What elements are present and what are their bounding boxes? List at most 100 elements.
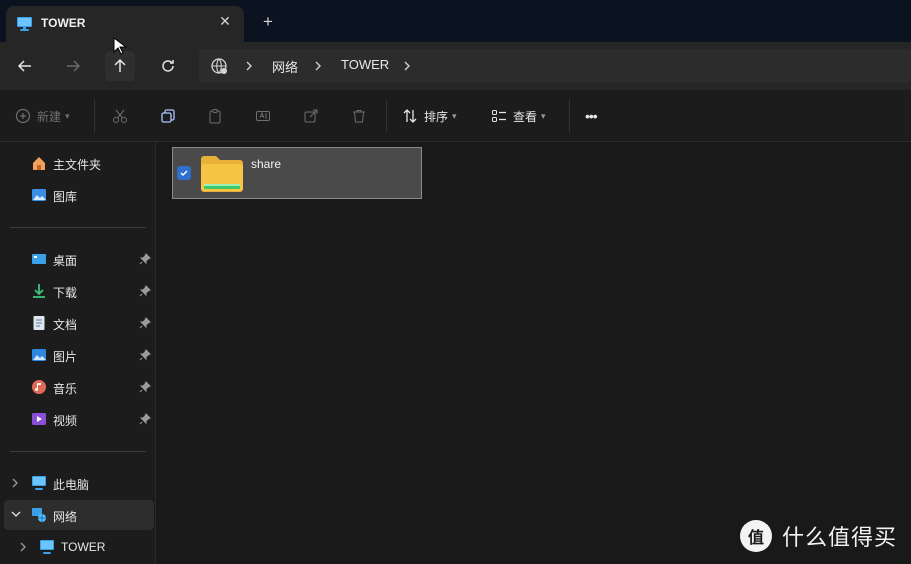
- trash-icon: [353, 110, 365, 123]
- pin-icon[interactable]: [139, 381, 151, 393]
- arrow-up-icon: [114, 58, 126, 72]
- sidebar-item-label: 音乐: [53, 382, 78, 396]
- sidebar-item-network[interactable]: 网络: [4, 500, 154, 530]
- chevron-down-icon: ▾: [452, 110, 457, 121]
- chevron-down-icon[interactable]: [10, 509, 22, 519]
- sidebar-item-tower[interactable]: TOWER: [0, 532, 154, 562]
- new-tab-button[interactable]: +: [258, 12, 278, 32]
- up-button[interactable]: [105, 51, 135, 81]
- divider: [386, 100, 387, 132]
- pc-icon: [40, 540, 54, 554]
- sidebar-item-documents[interactable]: 文档: [0, 308, 154, 338]
- sidebar-item-home[interactable]: 主文件夹: [0, 148, 154, 178]
- address-bar[interactable]: 网络 TOWER: [199, 49, 911, 83]
- rename-icon: [256, 111, 270, 121]
- plus-circle-icon: [15, 108, 31, 124]
- folder-item[interactable]: share: [172, 147, 422, 199]
- file-list: share: [157, 142, 911, 564]
- close-tab-button[interactable]: ✕: [216, 12, 234, 30]
- chevron-down-icon: ▾: [541, 110, 546, 121]
- sidebar-item-label: 文档: [53, 318, 78, 332]
- new-button[interactable]: 新建 ▾: [15, 105, 70, 127]
- watermark-text: 什么值得买: [782, 526, 898, 551]
- new-label: 新建: [37, 109, 62, 124]
- breadcrumb-network[interactable]: 网络: [272, 57, 298, 76]
- copy-button[interactable]: [160, 105, 176, 127]
- chevron-right-icon[interactable]: [243, 58, 255, 74]
- watermark: 值 什么值得买: [740, 520, 897, 552]
- copy-icon: [161, 109, 175, 123]
- video-icon: [32, 413, 46, 425]
- back-button[interactable]: [10, 51, 40, 81]
- share-button[interactable]: [303, 105, 319, 127]
- folder-icon: [201, 156, 243, 192]
- sort-icon: [403, 109, 417, 123]
- delete-button[interactable]: [351, 105, 367, 127]
- pin-icon[interactable]: [139, 285, 151, 297]
- tab-title: TOWER: [41, 16, 86, 30]
- arrow-left-icon: [17, 60, 31, 72]
- view-list-icon: [492, 110, 506, 122]
- chevron-right-icon[interactable]: [312, 58, 324, 74]
- sidebar-item-this-pc[interactable]: 此电脑: [0, 468, 154, 498]
- arrow-right-icon: [67, 60, 81, 72]
- sidebar-item-label: 此电脑: [53, 478, 90, 492]
- pc-icon: [17, 17, 32, 31]
- chevron-down-icon: ▾: [65, 110, 70, 121]
- view-label: 查看: [513, 109, 538, 124]
- rename-button[interactable]: [255, 105, 271, 127]
- pin-icon[interactable]: [139, 253, 151, 265]
- pictures-icon: [32, 349, 46, 361]
- divider: [569, 100, 570, 132]
- more-options-button[interactable]: •••: [585, 105, 598, 127]
- watermark-logo: 值: [740, 520, 772, 552]
- network-globe-icon: [211, 58, 227, 74]
- paste-button[interactable]: [207, 105, 223, 127]
- pin-icon[interactable]: [139, 413, 151, 425]
- sidebar-item-gallery[interactable]: 图库: [0, 180, 154, 210]
- check-icon: [180, 170, 188, 177]
- title-bar: TOWER ✕ +: [0, 0, 911, 42]
- clipboard-icon: [209, 109, 221, 124]
- sidebar-item-label: 图片: [53, 350, 78, 364]
- chevron-right-icon[interactable]: [10, 477, 20, 489]
- download-icon: [33, 284, 45, 298]
- sidebar-item-videos[interactable]: 视频: [0, 404, 154, 434]
- music-icon: [32, 380, 46, 394]
- breadcrumb-tower[interactable]: TOWER: [341, 57, 389, 72]
- divider: [10, 227, 146, 228]
- sidebar-item-label: 桌面: [53, 254, 78, 268]
- selection-checkbox[interactable]: [177, 166, 191, 180]
- pc-icon: [32, 476, 46, 490]
- sidebar-item-downloads[interactable]: 下载: [0, 276, 154, 306]
- folder-name: share: [251, 157, 282, 171]
- chevron-right-icon[interactable]: [401, 58, 413, 74]
- refresh-icon: [162, 60, 174, 72]
- sidebar-item-music[interactable]: 音乐: [0, 372, 154, 402]
- divider: [10, 451, 146, 452]
- sidebar-item-label: TOWER: [61, 540, 106, 554]
- mouse-cursor-icon: [113, 37, 127, 55]
- view-button[interactable]: 查看 ▾: [491, 105, 546, 127]
- navigation-bar: 网络 TOWER: [0, 42, 911, 90]
- forward-button[interactable]: [58, 51, 88, 81]
- sidebar-item-label: 主文件夹: [53, 158, 102, 172]
- home-icon: [33, 157, 45, 170]
- pin-icon[interactable]: [139, 317, 151, 329]
- chevron-right-icon[interactable]: [18, 541, 28, 553]
- sidebar-item-label: 图库: [53, 190, 78, 204]
- sidebar-item-label: 下载: [53, 286, 78, 300]
- navigation-pane: 主文件夹 图库 桌面 下载 文档 图片 音乐 视频 此电脑 网络 TOWER: [0, 142, 156, 564]
- sidebar-item-pictures[interactable]: 图片: [0, 340, 154, 370]
- sidebar-item-label: 视频: [53, 414, 78, 428]
- refresh-button[interactable]: [153, 51, 183, 81]
- document-icon: [33, 316, 45, 330]
- sort-button[interactable]: 排序 ▾: [402, 105, 457, 127]
- command-bar: 新建 ▾ 排序 ▾ 查看 ▾ •••: [0, 90, 911, 142]
- sidebar-item-desktop[interactable]: 桌面: [0, 244, 154, 274]
- divider: [94, 100, 95, 132]
- cut-button[interactable]: [112, 105, 128, 127]
- share-icon: [304, 109, 318, 123]
- sidebar-item-label: 网络: [53, 510, 78, 524]
- pin-icon[interactable]: [139, 349, 151, 361]
